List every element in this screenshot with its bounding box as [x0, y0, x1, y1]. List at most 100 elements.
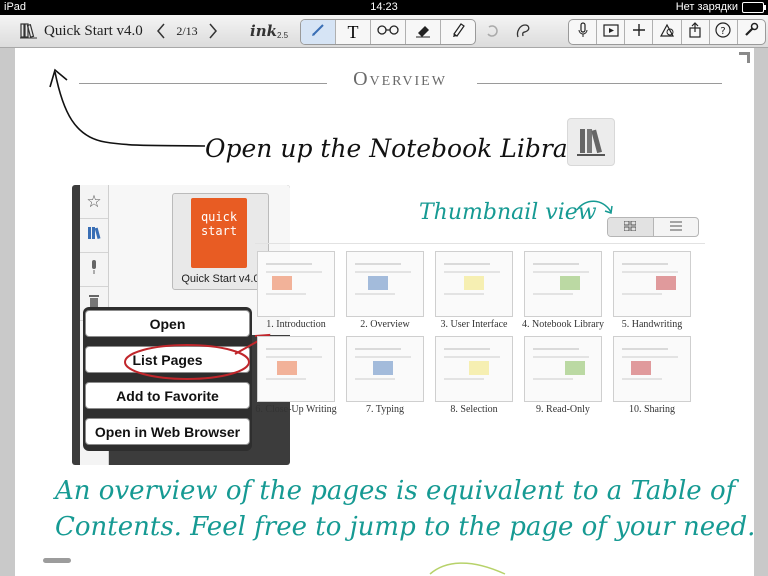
note-thumbnail-view: Thumbnail view — [419, 200, 597, 225]
star-icon: ☆ — [86, 191, 102, 211]
books-icon — [86, 225, 102, 246]
status-bar: iPad 14:23 Нет зарядки — [0, 0, 768, 15]
clock: 14:23 — [370, 1, 398, 13]
open-in-web-browser-button[interactable]: Open in Web Browser — [85, 418, 250, 445]
handdrawn-arrow-library — [49, 68, 206, 147]
note-open-library: Open up the Notebook Library — [205, 134, 594, 163]
page-thumbnail[interactable] — [613, 251, 691, 317]
microphone-icon — [89, 259, 99, 280]
page-thumbnail[interactable] — [346, 336, 424, 402]
cover-line-2: start — [200, 224, 238, 238]
read-mode-button[interactable] — [371, 20, 406, 44]
list-view-button[interactable] — [654, 218, 699, 236]
ink-size-value: 2.5 — [277, 30, 289, 40]
thumbnail-preview — [529, 258, 597, 298]
battery-icon — [742, 1, 766, 13]
thumbnail-label: 5. Handwriting — [621, 319, 683, 330]
thumbnail-preview — [351, 258, 419, 298]
pen-tool-button[interactable] — [301, 20, 336, 44]
page-thumbnail[interactable] — [435, 251, 513, 317]
audio-tab[interactable] — [80, 253, 108, 287]
thumbnail-label: 1. Introduction — [266, 319, 326, 330]
notebook-cover: quick start — [191, 198, 247, 268]
favorites-tab[interactable]: ☆ — [80, 185, 108, 219]
page-thumbnail[interactable] — [435, 336, 513, 402]
toolbar: Quick Start v4.0 2/13 ink 2.5 T ? — [0, 15, 768, 48]
document-title[interactable]: Quick Start v4.0 — [44, 15, 144, 47]
thumbnail-label: 2. Overview — [360, 319, 410, 330]
plus-icon — [632, 23, 646, 42]
next-page-icon[interactable] — [204, 15, 222, 47]
page-thumbnail[interactable] — [524, 336, 602, 402]
thumbnail-label: 9. Read-Only — [536, 404, 590, 415]
pen-icon — [310, 22, 326, 43]
share-icon — [688, 21, 702, 43]
help-button[interactable]: ? — [710, 20, 738, 44]
thumbnail-preview — [618, 258, 686, 298]
battery-text: Нет зарядки — [675, 1, 738, 13]
thumbnail-preview — [262, 343, 330, 383]
thumbnail-divider — [255, 243, 705, 244]
add-button[interactable] — [625, 20, 654, 44]
eraser-icon — [415, 22, 431, 43]
settings-button[interactable] — [738, 20, 765, 44]
thumbnail-preview — [440, 343, 508, 383]
note-overview-line-2: Contents. Feel free to jump to the page … — [55, 512, 756, 542]
page-thumbnail[interactable] — [257, 336, 335, 402]
undo-icon[interactable] — [482, 15, 502, 47]
note-overview-line-1: An overview of the pages is equivalent t… — [55, 476, 736, 506]
svg-text:?: ? — [721, 26, 726, 37]
tool-group: T — [300, 19, 476, 45]
page-thumbnail[interactable] — [524, 251, 602, 317]
media-icon — [603, 22, 619, 43]
lasso-icon[interactable] — [512, 15, 534, 47]
page-heading: Overview — [353, 68, 447, 90]
action-group: ? — [568, 19, 766, 45]
view-mode-toggle — [607, 217, 699, 237]
shapes-icon — [659, 22, 675, 43]
thumbnail-label: 8. Selection — [450, 404, 498, 415]
page-scroll-indicator[interactable] — [43, 558, 71, 563]
record-button[interactable] — [569, 20, 598, 44]
notebook-label: Quick Start v4.0 — [181, 273, 260, 285]
grid-view-button[interactable] — [608, 218, 654, 236]
media-button[interactable] — [597, 20, 626, 44]
notebook-item[interactable]: quick start Quick Start v4.0 — [172, 193, 269, 290]
eraser-tool-button[interactable] — [406, 20, 441, 44]
thumbnail-preview — [529, 343, 597, 383]
thumbnail-label: 4. Notebook Library — [522, 319, 604, 330]
help-icon: ? — [715, 21, 731, 43]
highlighter-tool-button[interactable] — [441, 20, 475, 44]
ink-label: ink — [250, 22, 277, 40]
grid-icon — [623, 218, 637, 236]
page-thumbnail[interactable] — [613, 336, 691, 402]
list-icon — [669, 218, 682, 236]
battery-status: Нет зарядки — [675, 1, 766, 13]
cover-line-1: quick — [200, 210, 238, 224]
prev-page-icon[interactable] — [152, 15, 170, 47]
thumbnail-label: 7. Typing — [365, 404, 404, 415]
page-thumbnail[interactable] — [257, 251, 335, 317]
microphone-icon — [577, 21, 589, 43]
page-indicator: 2/13 — [176, 23, 198, 38]
glasses-icon — [377, 23, 399, 41]
library-tab[interactable] — [80, 219, 108, 253]
text-icon: T — [347, 21, 359, 42]
page-thumbnail[interactable] — [346, 251, 424, 317]
thumbnail-preview — [618, 343, 686, 383]
thumbnail-label: 3. User Interface — [440, 319, 508, 330]
share-button[interactable] — [682, 20, 710, 44]
heading-rule-right — [477, 83, 722, 84]
handdrawn-scribble — [429, 562, 506, 575]
text-tool-button[interactable]: T — [336, 20, 371, 44]
thumbnail-preview — [262, 258, 330, 298]
library-icon[interactable] — [18, 15, 40, 47]
page-curl-icon[interactable] — [739, 52, 750, 63]
notebook-page[interactable]: Overview Open up the Notebook Library Th… — [15, 48, 756, 576]
thumbnail-preview — [440, 258, 508, 298]
ink-size-selector[interactable]: ink 2.5 — [250, 15, 294, 47]
highlighter-icon — [450, 22, 466, 43]
shapes-button[interactable] — [653, 20, 682, 44]
thumbnail-label: 6. Close-Up Writing — [255, 404, 337, 415]
thumbnail-label: 10. Sharing — [628, 404, 676, 415]
